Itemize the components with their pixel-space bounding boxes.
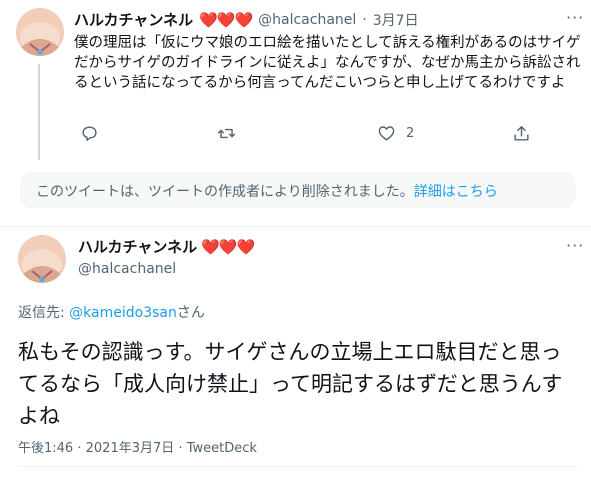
- avatar[interactable]: [16, 8, 64, 56]
- reply-mention-link[interactable]: @kameido3san: [69, 305, 177, 321]
- reply-prefix: 返信先:: [18, 305, 70, 321]
- avatar[interactable]: [18, 235, 66, 283]
- handle[interactable]: @halcachanel: [78, 261, 176, 277]
- share-icon: [514, 126, 529, 141]
- like-button[interactable]: 2: [377, 124, 414, 143]
- tweet2-header: ハルカチャンネル ❤️❤️❤️: [78, 236, 255, 257]
- more-options-icon[interactable]: ···: [566, 236, 584, 255]
- name-emoji-hearts: ❤️❤️❤️: [201, 237, 255, 256]
- avatar-image: [16, 8, 64, 56]
- like-count: 2: [406, 126, 415, 141]
- reply-button[interactable]: [80, 124, 99, 143]
- handle[interactable]: @halcachanel: [258, 12, 356, 28]
- tweet-text: 私もその認識っす。サイゲさんの立場上エロ駄目だと思ってるなら「成人向け禁止」って…: [18, 340, 563, 428]
- retweet-button[interactable]: [217, 124, 236, 143]
- more-options-icon[interactable]: ···: [566, 8, 584, 27]
- tweet-time[interactable]: 午後1:46: [18, 441, 73, 456]
- heart-icon: [378, 126, 395, 141]
- share-button[interactable]: [512, 124, 531, 143]
- meta-separator: ·: [178, 441, 183, 456]
- tweet-actions: 2: [74, 124, 529, 146]
- retweet-icon: [217, 128, 236, 139]
- reply-icon: [82, 126, 97, 141]
- display-name[interactable]: ハルカチャンネル: [74, 9, 193, 30]
- tweet-date[interactable]: 2021年3月7日: [86, 441, 175, 456]
- display-name[interactable]: ハルカチャンネル: [78, 236, 197, 257]
- meta-separator: ·: [77, 441, 82, 456]
- divider: [18, 466, 578, 467]
- tweet-text: 僕の理屈は「仮にウマ娘のエロ絵を描いたとして訴える権利があるのはサイゲだからサイ…: [74, 35, 581, 91]
- deleted-tweet-notice: このツイートは、ツイートの作成者により削除されました。詳細はこちら: [21, 172, 575, 208]
- learn-more-link[interactable]: 詳細はこちら: [414, 184, 498, 200]
- avatar-image: [18, 235, 66, 283]
- divider: [0, 226, 591, 227]
- reply-suffix: さん: [176, 305, 205, 321]
- deleted-notice-text: このツイートは、ツイートの作成者により削除されました。: [36, 184, 414, 200]
- name-emoji-hearts: ❤️❤️❤️: [199, 10, 253, 29]
- tweet-date[interactable]: 3月7日: [373, 10, 419, 30]
- replying-to: 返信先: @kameido3sanさん: [18, 302, 205, 322]
- separator: ·: [362, 11, 367, 28]
- tweet-source[interactable]: TweetDeck: [187, 441, 257, 456]
- thread-line: [38, 64, 40, 160]
- tweet-meta: 午後1:46 · 2021年3月7日 · TweetDeck: [18, 437, 257, 456]
- tweet1-header: ハルカチャンネル ❤️❤️❤️ @halcachanel · 3月7日: [74, 9, 419, 30]
